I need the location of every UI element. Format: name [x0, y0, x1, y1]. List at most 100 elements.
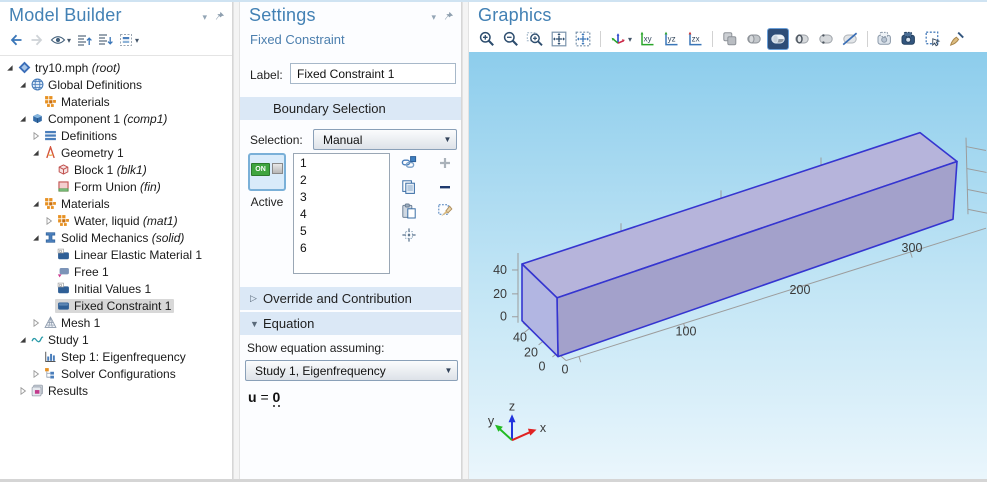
zoom-to-selection-button[interactable]: [400, 226, 418, 244]
go-to-zx-view-button[interactable]: zx: [684, 28, 706, 50]
panel-splitter[interactable]: [462, 2, 469, 479]
tree-item-content[interactable]: Materials: [42, 95, 113, 109]
create-selection-button[interactable]: [400, 154, 418, 172]
tree-item-content[interactable]: Study 1: [29, 333, 92, 347]
expanded-arrow-icon[interactable]: [4, 64, 16, 72]
zoom-extents-button[interactable]: [548, 28, 570, 50]
graphics-canvas[interactable]: 40200402000100200300zyx: [469, 52, 987, 479]
deselect-all-button[interactable]: [436, 202, 454, 220]
go-to-xy-view-button[interactable]: xy: [636, 28, 658, 50]
tree-item-content[interactable]: Form Union (fin): [55, 180, 164, 194]
tree-item-materials[interactable]: Materials: [0, 195, 232, 212]
collapsed-arrow-icon[interactable]: [30, 370, 42, 378]
label-input[interactable]: [290, 63, 456, 84]
boundary-list-item[interactable]: 4: [300, 206, 389, 223]
expand-all-button[interactable]: [95, 30, 115, 50]
panel-menu-chevron-icon[interactable]: ▾: [431, 13, 436, 22]
rotate-3d-view-dropdown-caret[interactable]: ▾: [628, 35, 632, 44]
deselect-all-button[interactable]: [839, 28, 861, 50]
select-edges-button[interactable]: [791, 28, 813, 50]
tree-item-try10-mph[interactable]: try10.mph (root): [0, 59, 232, 76]
expanded-arrow-icon[interactable]: [30, 234, 42, 242]
copy-selection-button[interactable]: [400, 178, 418, 196]
zoom-to-selection-button[interactable]: [572, 28, 594, 50]
panel-splitter[interactable]: [233, 2, 240, 479]
add-to-selection-button[interactable]: [436, 154, 454, 172]
model-tree-node-settings-button[interactable]: ▾: [116, 30, 141, 50]
select-points-button[interactable]: [815, 28, 837, 50]
section-boundary-selection[interactable]: Boundary Selection: [240, 97, 461, 120]
expanded-arrow-icon[interactable]: [17, 115, 29, 123]
selection-dropdown[interactable]: Manual ▼: [313, 129, 457, 150]
tree-item-content[interactable]: Solver Configurations: [42, 367, 179, 381]
collapsed-arrow-icon[interactable]: [43, 217, 55, 225]
equation-study-dropdown[interactable]: Study 1, Eigenfrequency ▼: [245, 360, 458, 381]
tree-item-form-union[interactable]: Form Union (fin): [0, 178, 232, 195]
tree-item-content[interactable]: Mesh 1: [42, 316, 103, 330]
active-toggle-button[interactable]: ON: [248, 153, 286, 191]
tree-item-initial-values-1[interactable]: DInitial Values 1: [0, 280, 232, 297]
tree-item-content[interactable]: Results: [29, 384, 91, 398]
pin-icon[interactable]: [214, 11, 225, 24]
tree-item-free-1[interactable]: Free 1: [0, 263, 232, 280]
tree-item-content[interactable]: Water, liquid (mat1): [55, 214, 181, 228]
tree-item-mesh-1[interactable]: Mesh 1: [0, 314, 232, 331]
expanded-arrow-icon[interactable]: [17, 336, 29, 344]
tree-item-block-1[interactable]: Block 1 (blk1): [0, 161, 232, 178]
collapsed-arrow-icon[interactable]: [17, 387, 29, 395]
graphics-3d-view[interactable]: 40200402000100200300zyx: [469, 52, 987, 479]
tree-item-content[interactable]: Free 1: [55, 265, 112, 279]
boundary-list-item[interactable]: 5: [300, 223, 389, 240]
model-tree-node-settings-dropdown-caret[interactable]: ▾: [135, 36, 139, 45]
select-boundaries-button[interactable]: [767, 28, 789, 50]
boundary-selection-list[interactable]: 123456: [293, 153, 390, 274]
expanded-section-arrow-icon[interactable]: ▼: [240, 319, 263, 329]
show-button[interactable]: ▾: [48, 30, 73, 50]
expanded-arrow-icon[interactable]: [30, 200, 42, 208]
expanded-arrow-icon[interactable]: [17, 81, 29, 89]
paste-selection-button[interactable]: [400, 202, 418, 220]
clear-plot-button[interactable]: [946, 28, 968, 50]
tree-item-content[interactable]: Block 1 (blk1): [55, 163, 150, 177]
tree-item-content[interactable]: Step 1: Eigenfrequency: [42, 350, 189, 364]
collapsed-arrow-icon[interactable]: [30, 319, 42, 327]
tree-item-solver-configurations[interactable]: Solver Configurations: [0, 365, 232, 382]
tree-item-step-1-eigenfrequency[interactable]: Step 1: Eigenfrequency: [0, 348, 232, 365]
tree-item-water-liquid[interactable]: Water, liquid (mat1): [0, 212, 232, 229]
pin-icon[interactable]: [443, 11, 454, 24]
show-dropdown-caret[interactable]: ▾: [67, 36, 71, 45]
back-button[interactable]: [6, 30, 26, 50]
tree-item-solid-mechanics[interactable]: Solid Mechanics (solid): [0, 229, 232, 246]
tree-item-content[interactable]: Component 1 (comp1): [29, 112, 170, 126]
tree-item-content[interactable]: Geometry 1: [42, 146, 127, 160]
tree-item-materials[interactable]: Materials: [0, 93, 232, 110]
tree-item-linear-elastic-material-1[interactable]: DLinear Elastic Material 1: [0, 246, 232, 263]
boundary-list-item[interactable]: 6: [300, 240, 389, 257]
select-objects-button[interactable]: [719, 28, 741, 50]
tree-item-study-1[interactable]: Study 1: [0, 331, 232, 348]
tree-item-definitions[interactable]: Definitions: [0, 127, 232, 144]
remove-from-selection-button[interactable]: [436, 178, 454, 196]
tree-item-content[interactable]: DInitial Values 1: [55, 282, 154, 296]
tree-item-content[interactable]: Materials: [42, 197, 113, 211]
tree-item-global-definitions[interactable]: Global Definitions: [0, 76, 232, 93]
panel-menu-chevron-icon[interactable]: ▾: [202, 13, 207, 22]
boundary-list-item[interactable]: 1: [300, 155, 389, 172]
go-to-yz-view-button[interactable]: yz: [660, 28, 682, 50]
boundary-list-item[interactable]: 2: [300, 172, 389, 189]
tree-item-content[interactable]: Fixed Constraint 1: [55, 299, 174, 313]
tree-item-content[interactable]: try10.mph (root): [16, 61, 123, 75]
forward-button[interactable]: [27, 30, 47, 50]
tree-item-results[interactable]: Results: [0, 382, 232, 399]
tree-item-content[interactable]: Solid Mechanics (solid): [42, 231, 187, 245]
zoom-box-button[interactable]: [524, 28, 546, 50]
zoom-out-button[interactable]: [500, 28, 522, 50]
zoom-in-button[interactable]: [476, 28, 498, 50]
collapsed-section-arrow-icon[interactable]: ▷: [240, 293, 263, 304]
tree-item-fixed-constraint-1[interactable]: Fixed Constraint 1: [0, 297, 232, 314]
rotate-3d-view-button[interactable]: ▾: [607, 28, 634, 50]
image-snapshot-button[interactable]: [874, 28, 896, 50]
boundary-list-item[interactable]: 3: [300, 189, 389, 206]
collapsed-arrow-icon[interactable]: [30, 132, 42, 140]
section-override-and-contribution[interactable]: ▷ Override and Contribution: [240, 287, 461, 310]
